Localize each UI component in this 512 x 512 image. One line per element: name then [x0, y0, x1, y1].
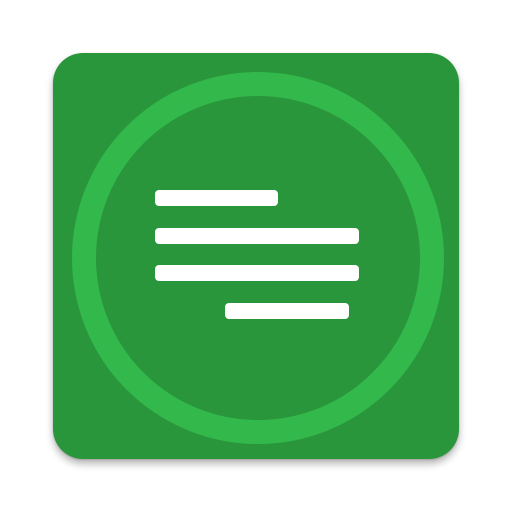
text-line-3	[155, 265, 359, 281]
text-line-4	[225, 303, 349, 319]
text-line-2	[155, 228, 359, 244]
ring-icon	[72, 72, 444, 444]
text-line-1	[155, 190, 278, 206]
icon-canvas	[0, 0, 512, 512]
app-icon[interactable]	[53, 53, 459, 459]
